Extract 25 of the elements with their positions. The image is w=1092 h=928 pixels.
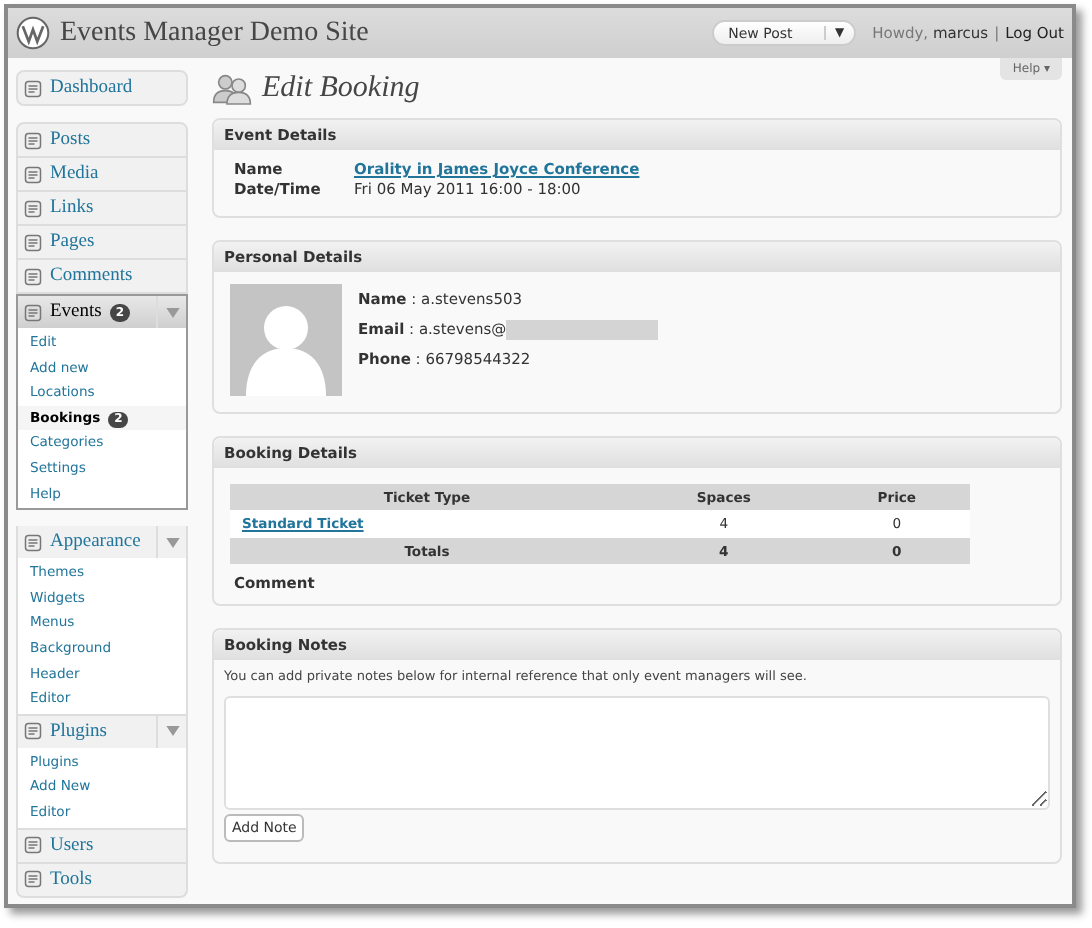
menu-icon	[24, 165, 42, 183]
avatar-placeholder	[230, 284, 342, 396]
menu-item[interactable]: Pages	[18, 226, 186, 258]
menu-icon	[24, 131, 42, 149]
menu-icon	[24, 199, 42, 217]
menu-item[interactable]: Tools	[18, 863, 186, 895]
menu-icon	[24, 233, 42, 251]
logo-icon	[16, 16, 50, 50]
note-input-field[interactable]	[224, 696, 1050, 810]
menu-item[interactable]: Links	[18, 192, 186, 224]
menu-item[interactable]: Posts	[18, 124, 186, 156]
menu-icon	[24, 722, 42, 741]
menu-item[interactable]: Media	[18, 158, 186, 190]
menu-icon	[24, 79, 42, 97]
menu-icon	[24, 533, 42, 552]
menu-item[interactable]: Comments	[18, 260, 186, 292]
site-title: Events Manager Demo Site	[60, 17, 369, 49]
menu-item[interactable]: Dashboard	[18, 72, 186, 104]
menu-icon	[24, 870, 42, 888]
page-title: Edit Booking	[262, 71, 420, 105]
menu-icon	[24, 836, 42, 854]
people-icon	[212, 71, 252, 105]
menu-icon	[24, 267, 42, 285]
menu-item[interactable]: Users	[18, 829, 186, 861]
menu-icon	[24, 303, 42, 321]
